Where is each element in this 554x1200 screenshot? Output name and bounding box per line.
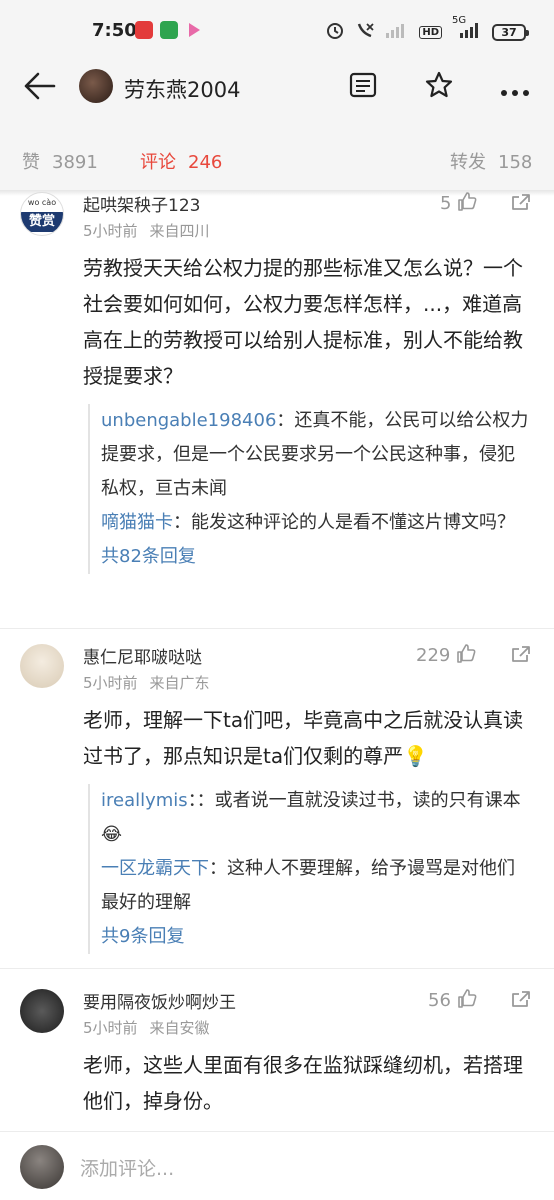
play-store-icon <box>185 21 203 39</box>
reply-block[interactable]: unbengable198406：还真不能，公民可以给公权力提要求，但是一个公民… <box>88 404 532 574</box>
commenter-avatar[interactable] <box>20 989 64 1033</box>
like-count: 229 <box>416 645 451 666</box>
like-count: 56 <box>428 990 451 1011</box>
tab-reposts[interactable]: 转发 158 <box>450 148 532 174</box>
comment-text: 老师，这些人里面有很多在监狱踩缝纫机，若搭理他们，掉身份。 <box>83 1053 523 1113</box>
comment-location: 来自安徽 <box>149 1019 210 1037</box>
tab-label: 转发 <box>450 152 486 173</box>
alarm-icon <box>325 20 345 44</box>
more-replies-link[interactable]: 共9条回复 <box>101 920 532 954</box>
thumbs-up-icon <box>456 643 476 668</box>
reply-author[interactable]: 一区龙霸天下 <box>101 858 209 879</box>
comment-time: 5小时前 <box>83 674 138 692</box>
reply-item: 嘀猫猫卡：能发这种评论的人是看不懂这片博文吗？ <box>101 506 532 540</box>
comment-text: 老师，理解一下ta们吧，毕竟高中之后就没认真读过书了，那点知识是ta们仅剩的尊严… <box>83 708 524 768</box>
wifi-off-icon <box>385 21 409 43</box>
tab-label: 评论 <box>140 152 176 173</box>
author-avatar[interactable] <box>79 69 113 103</box>
like-button[interactable]: 229 <box>416 643 476 668</box>
back-arrow-icon[interactable] <box>22 70 58 106</box>
tab-count: 246 <box>188 152 223 173</box>
thumbs-up-icon <box>457 988 477 1013</box>
reply-author[interactable]: unbengable198406 <box>101 410 276 431</box>
reply-author[interactable]: ireallymis <box>101 790 188 811</box>
reply-item: 一区龙霸天下：这种人不要理解，给予谩骂是对他们最好的理解 <box>101 852 532 920</box>
comment-input-bar: 添加评论... <box>0 1131 554 1200</box>
commenter-name[interactable]: 惠仁尼耶啵哒哒 <box>83 643 202 668</box>
thumbs-up-icon <box>457 191 477 216</box>
comment-location: 来自广东 <box>149 674 210 692</box>
reply-author[interactable]: 嘀猫猫卡 <box>101 512 173 533</box>
commenter-avatar[interactable] <box>20 644 64 688</box>
comment-input[interactable]: 添加评论... <box>80 1154 174 1181</box>
tab-label: 赞 <box>22 152 40 173</box>
netease-music-icon <box>135 21 153 39</box>
comment-time: 5小时前 <box>83 1019 138 1037</box>
stats-tabs: 赞 3891 评论 246 转发 158 <box>0 128 554 190</box>
commenter-name[interactable]: 起哄架秧子123 <box>83 191 200 216</box>
comment-divider <box>0 968 554 969</box>
commenter-avatar[interactable]: wo cào 赞赏 <box>20 192 64 236</box>
status-time: 7:50 <box>92 20 137 41</box>
status-icons: HD 5G 37 <box>325 15 529 44</box>
like-button[interactable]: 56 <box>428 988 477 1013</box>
tab-count: 3891 <box>52 152 98 173</box>
comment-text: 劳教授天天给公权力提的那些标准又怎么说？一个社会要如何如何，公权力要怎样怎样，.… <box>83 256 523 388</box>
avatar-text-bottom: 赞赏 <box>21 212 63 232</box>
comment-meta: 5小时前 来自安徽 <box>83 1017 210 1038</box>
comment-meta: 5小时前 来自四川 <box>83 220 210 241</box>
battery-icon: 37 <box>492 23 529 41</box>
share-icon[interactable] <box>510 644 532 668</box>
author-name[interactable]: 劳东燕2004 <box>124 74 240 104</box>
reply-block[interactable]: ireallymis：：或者说一直就没读过书，读的只有课本😂 一区龙霸天下：这种… <box>88 784 532 954</box>
signal-icon: 5G <box>452 15 482 43</box>
comment-time: 5小时前 <box>83 222 138 240</box>
comment-divider <box>0 628 554 629</box>
hd-icon: HD <box>419 25 442 39</box>
commenter-name[interactable]: 要用隔夜饭炒啊炒王 <box>83 988 236 1013</box>
like-button[interactable]: 5 <box>440 191 477 216</box>
star-icon[interactable] <box>424 70 454 104</box>
top-nav: 劳东燕2004 <box>0 48 554 128</box>
tab-count: 158 <box>498 152 533 173</box>
my-avatar <box>20 1145 64 1189</box>
tab-comments[interactable]: 评论 246 <box>140 148 222 174</box>
more-icon[interactable] <box>500 82 530 101</box>
comment-meta: 5小时前 来自广东 <box>83 672 210 693</box>
tab-likes[interactable]: 赞 3891 <box>22 148 98 174</box>
reply-text: ：能发这种评论的人是看不懂这片博文吗？ <box>173 512 515 533</box>
comment-location: 来自四川 <box>149 222 210 240</box>
share-icon[interactable] <box>510 989 532 1013</box>
reply-item: ireallymis：：或者说一直就没读过书，读的只有课本😂 <box>101 784 532 852</box>
reply-item: unbengable198406：还真不能，公民可以给公权力提要求，但是一个公民… <box>101 404 532 506</box>
like-count: 5 <box>440 193 452 214</box>
article-icon[interactable] <box>348 70 378 104</box>
share-icon[interactable] <box>510 192 532 216</box>
no-call-icon <box>355 20 375 44</box>
network-type: 5G <box>452 15 467 26</box>
status-bar: 7:50 HD 5G 37 <box>0 0 554 48</box>
more-replies-link[interactable]: 共82条回复 <box>101 540 532 574</box>
douban-icon <box>160 21 178 39</box>
avatar-text-top: wo cào <box>27 198 57 207</box>
